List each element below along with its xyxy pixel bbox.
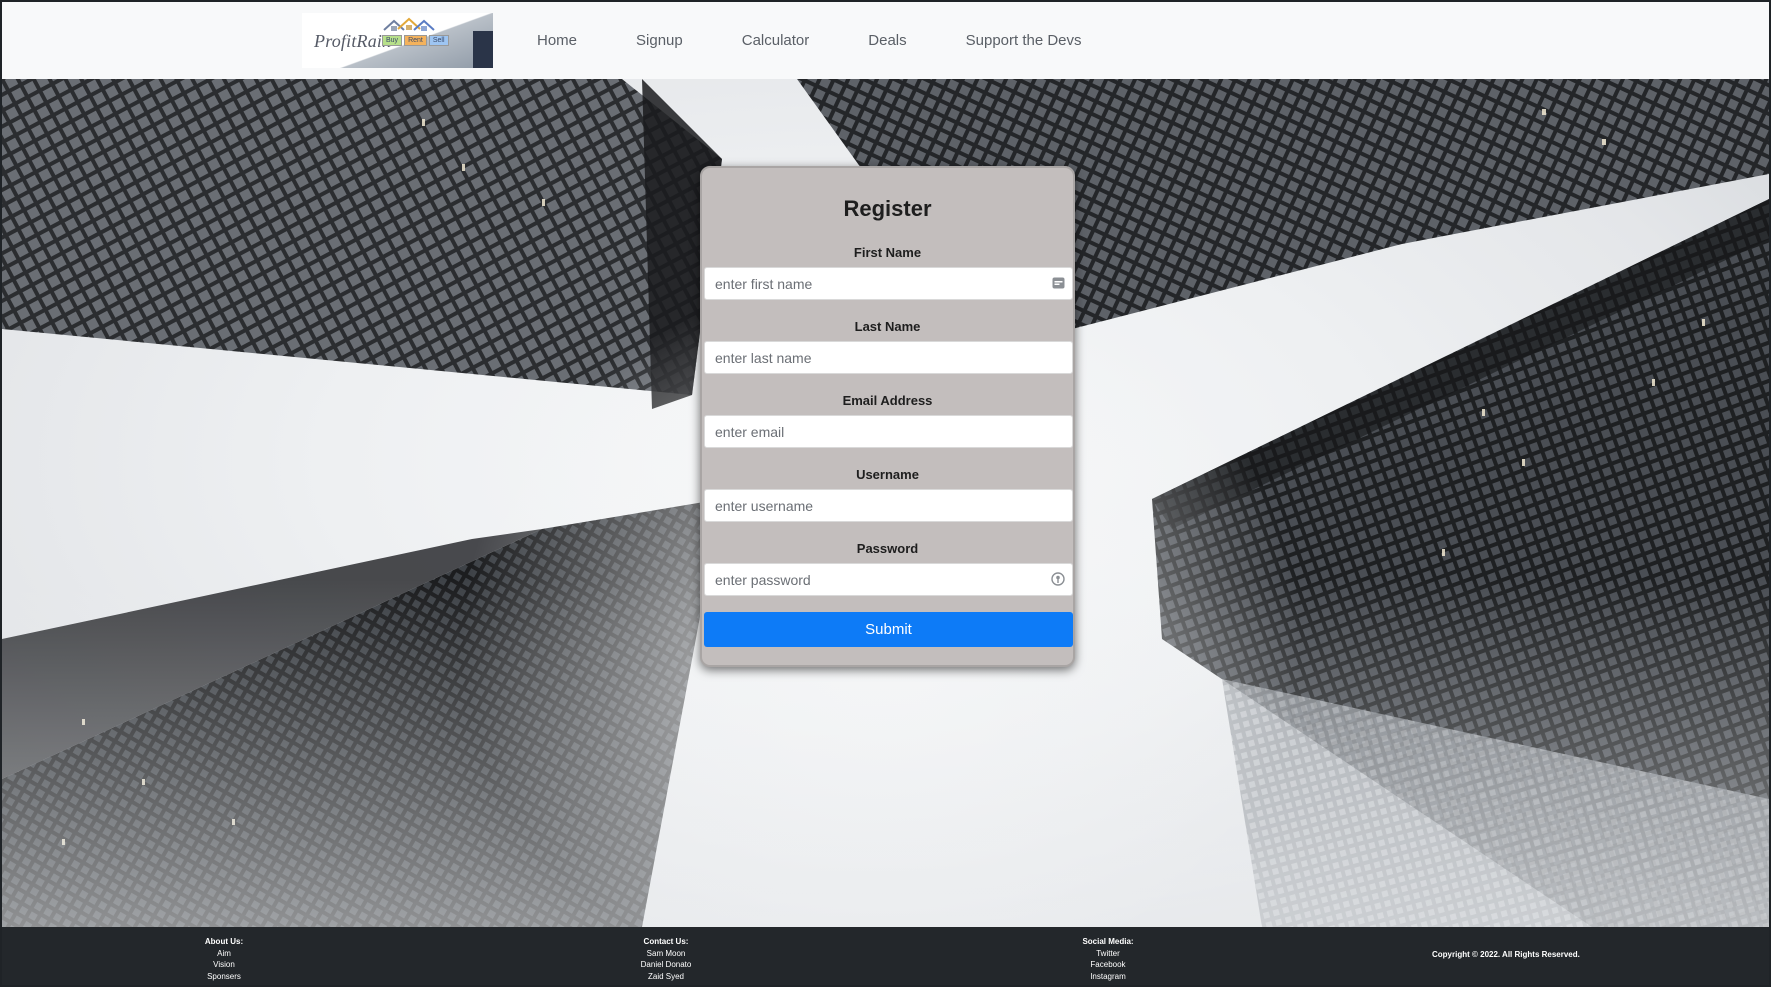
nav-deals[interactable]: Deals: [868, 32, 906, 49]
footer-contact: Contact Us: Sam Moon Daniel Donato Zaid …: [606, 936, 726, 982]
last-name-label: Last Name: [854, 319, 921, 334]
footer-about-heading: About Us:: [204, 937, 244, 946]
logo-tags: Buy Rent Sell: [382, 35, 449, 46]
username-label: Username: [856, 467, 919, 482]
footer-contact-sam-moon[interactable]: Sam Moon: [606, 948, 726, 960]
first-name-label: First Name: [853, 245, 922, 260]
autofill-contact-icon[interactable]: [1052, 277, 1065, 289]
nav-calculator[interactable]: Calculator: [742, 32, 810, 49]
footer-link-sponsers[interactable]: Sponsers: [164, 971, 284, 983]
footer-link-aim[interactable]: Aim: [164, 948, 284, 960]
email-label: Email Address: [842, 393, 933, 408]
nav-links: Home Signup Calculator Deals Support the…: [537, 2, 1141, 79]
footer-link-instagram[interactable]: Instagram: [1048, 971, 1168, 983]
logo-tag-rent: Rent: [404, 35, 427, 46]
houses-icon: [383, 17, 435, 31]
password-label: Password: [856, 541, 919, 556]
logo-text: ProfitRain: [314, 31, 392, 51]
footer-link-facebook[interactable]: Facebook: [1048, 959, 1168, 971]
logo-tag-sell: Sell: [428, 35, 449, 46]
page-footer: About Us: Aim Vision Sponsers Contact Us…: [2, 927, 1769, 985]
brand-logo[interactable]: ProfitRain Buy Rent Sell: [302, 13, 493, 68]
form-title: Register: [843, 196, 932, 221]
password-key-icon[interactable]: [1051, 572, 1065, 586]
top-navbar: ProfitRain Buy Rent Sell Home Signup Cal…: [2, 2, 1769, 80]
footer-contact-daniel-donato[interactable]: Daniel Donato: [606, 959, 726, 971]
footer-contact-heading: Contact Us:: [643, 937, 689, 946]
nav-home[interactable]: Home: [537, 32, 577, 49]
footer-contact-zaid-syed[interactable]: Zaid Syed: [606, 971, 726, 983]
register-form-card: Register First Name Last Name Email Addr…: [700, 166, 1075, 667]
browser-viewport: ProfitRain Buy Rent Sell Home Signup Cal…: [2, 2, 1769, 985]
logo-tag-buy: Buy: [382, 35, 403, 46]
submit-button[interactable]: Submit: [704, 612, 1073, 647]
last-name-input[interactable]: [704, 341, 1073, 374]
nav-signup[interactable]: Signup: [636, 32, 683, 49]
email-input[interactable]: [704, 415, 1073, 448]
logo-stripe: [473, 31, 493, 68]
footer-about: About Us: Aim Vision Sponsers: [164, 936, 284, 982]
first-name-input[interactable]: [704, 267, 1073, 300]
footer-social-heading: Social Media:: [1082, 937, 1134, 946]
username-input[interactable]: [704, 489, 1073, 522]
footer-social: Social Media: Twitter Facebook Instagram: [1048, 936, 1168, 982]
footer-link-twitter[interactable]: Twitter: [1048, 948, 1168, 960]
footer-link-vision[interactable]: Vision: [164, 959, 284, 971]
password-input[interactable]: [704, 563, 1073, 596]
copyright-text: Copyright © 2022. All Rights Reserved.: [1432, 950, 1580, 959]
nav-support-the-devs[interactable]: Support the Devs: [966, 32, 1082, 49]
